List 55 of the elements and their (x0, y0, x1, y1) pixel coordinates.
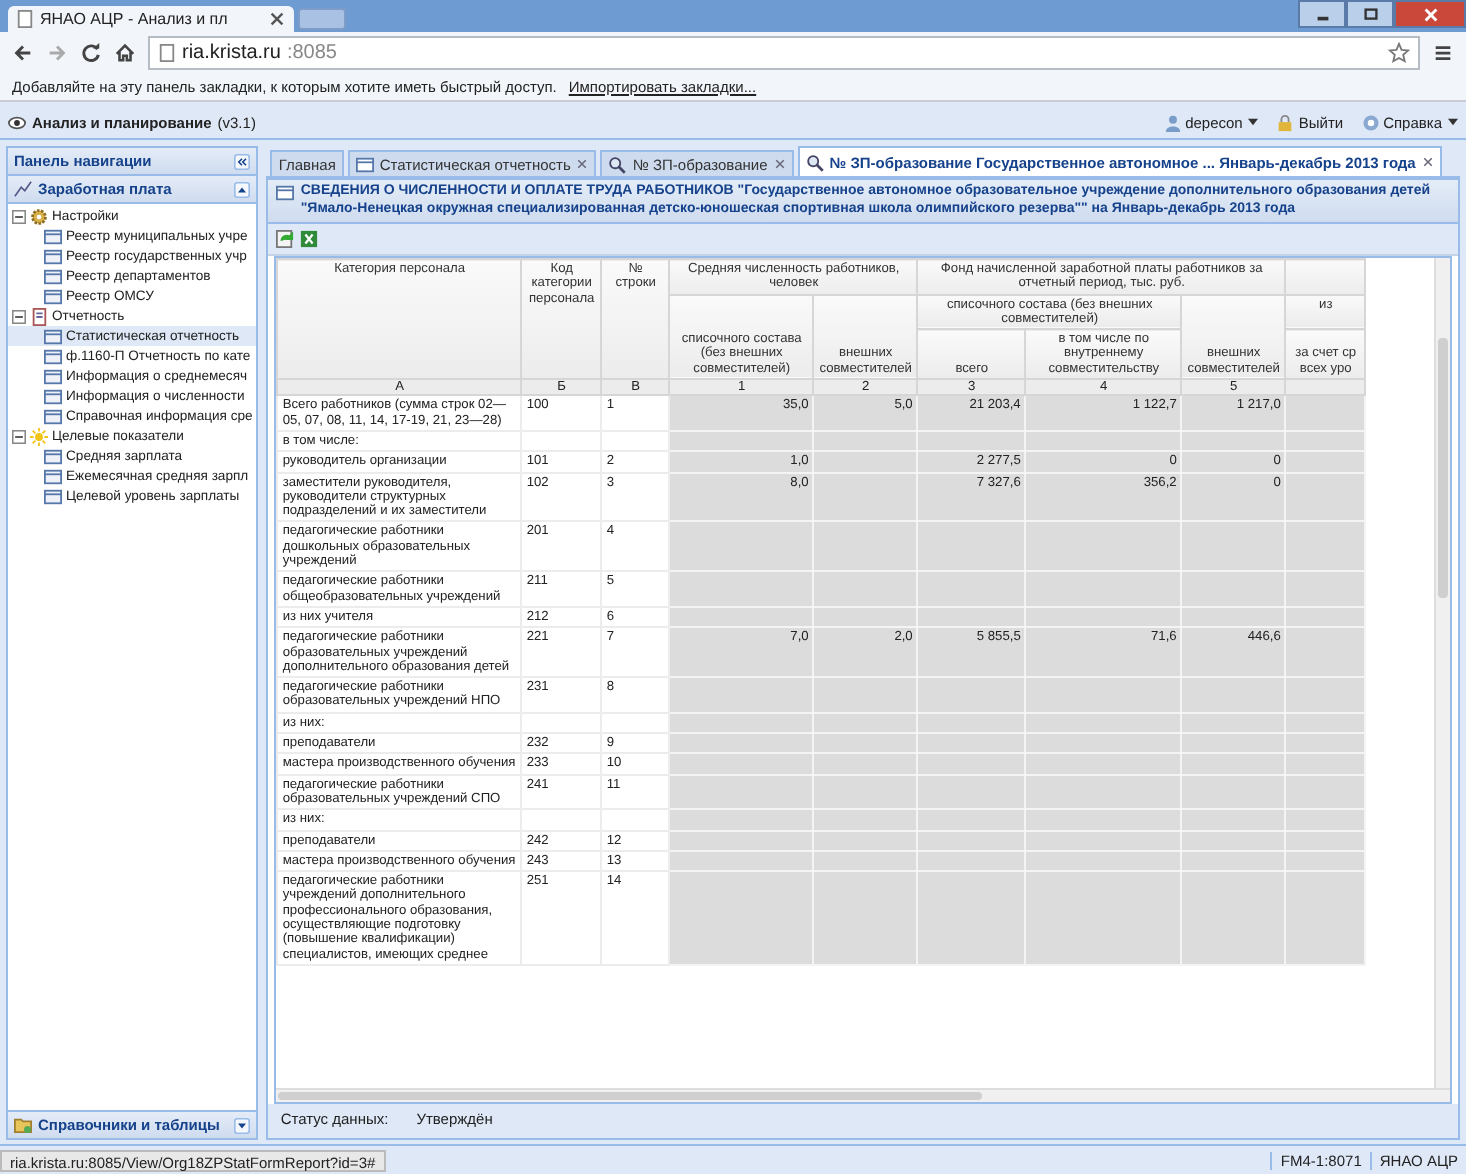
close-icon (1421, 5, 1439, 23)
table-icon (44, 447, 62, 465)
caret-icon (1448, 118, 1458, 126)
browser-tab[interactable]: ЯНАО АЦР - Анализ и пл (8, 6, 294, 32)
collapse-icon[interactable] (234, 181, 251, 197)
close-icon[interactable] (773, 158, 786, 170)
table-icon (44, 487, 62, 505)
search-icon (608, 155, 627, 173)
close-button[interactable] (1394, 0, 1466, 28)
tree-toggle-icon[interactable] (12, 309, 26, 323)
page-icon (158, 43, 176, 61)
table-icon (44, 327, 62, 345)
eye-icon (8, 113, 26, 131)
reload-icon[interactable] (80, 41, 102, 63)
address-field[interactable]: ria.krista.ru :8085 (148, 35, 1420, 69)
spreadsheet-icon[interactable] (300, 230, 319, 248)
vertical-scrollbar[interactable] (1434, 258, 1450, 1088)
sun-icon (30, 427, 48, 445)
window-icon (355, 155, 374, 173)
table-icon (44, 347, 62, 365)
chart-line-icon (14, 180, 32, 198)
maximize-button[interactable] (1346, 0, 1394, 28)
search-icon (805, 153, 824, 171)
close-icon[interactable] (576, 158, 589, 170)
collapse-icon[interactable] (234, 153, 251, 169)
lock-icon (1276, 113, 1295, 131)
table-icon (44, 467, 62, 485)
star-icon[interactable] (1388, 41, 1410, 63)
table-icon (44, 247, 62, 265)
table-icon (44, 267, 62, 285)
close-icon[interactable] (268, 10, 286, 28)
table-icon (44, 387, 62, 405)
gear-icon (30, 207, 48, 225)
help-icon (1361, 113, 1380, 131)
folder-icon (14, 1116, 32, 1134)
tree-toggle-icon[interactable] (12, 209, 26, 223)
refresh-icon[interactable] (276, 230, 295, 248)
minimize-button[interactable] (1298, 0, 1346, 28)
table-icon (44, 227, 62, 245)
table-icon (44, 287, 62, 305)
home-icon[interactable] (114, 41, 136, 63)
table-icon (44, 367, 62, 385)
horizontal-scrollbar[interactable] (276, 1088, 1450, 1102)
expand-icon[interactable] (234, 1117, 251, 1133)
caret-icon (1248, 118, 1259, 126)
maximize-icon (1361, 5, 1379, 23)
page-icon (16, 10, 34, 28)
back-icon[interactable] (12, 41, 34, 63)
menu-icon[interactable] (1432, 41, 1454, 63)
document-icon (30, 307, 48, 325)
table-icon (44, 407, 62, 425)
close-icon[interactable] (1421, 156, 1434, 168)
tree-toggle-icon[interactable] (12, 429, 26, 443)
user-icon (1163, 113, 1182, 131)
window-icon (276, 184, 295, 202)
